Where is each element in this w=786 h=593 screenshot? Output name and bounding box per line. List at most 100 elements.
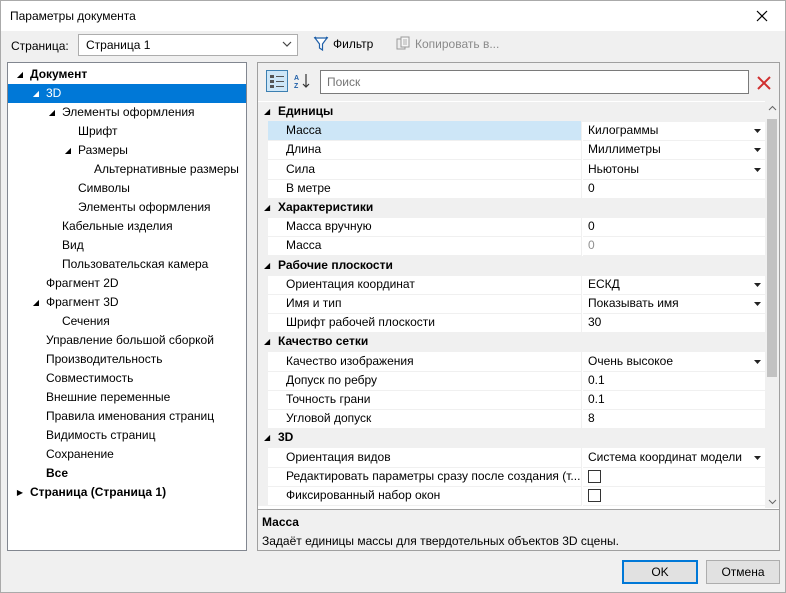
- tree-item[interactable]: Сечения: [8, 312, 246, 331]
- property-checkbox[interactable]: [588, 489, 601, 502]
- copy-to-button[interactable]: Копировать в...: [395, 36, 499, 52]
- dropdown-arrow-icon[interactable]: [753, 145, 762, 154]
- tree-item[interactable]: Альтернативные размеры: [8, 160, 246, 179]
- property-row[interactable]: Имя и тип Показывать имя: [258, 294, 765, 314]
- property-row[interactable]: Шрифт рабочей плоскости 30: [258, 313, 765, 334]
- property-dropdown[interactable]: Показывать имя: [583, 294, 765, 314]
- tree-item[interactable]: Фрагмент 2D: [8, 274, 246, 293]
- tree-item[interactable]: ◢ Элементы оформления: [8, 103, 246, 122]
- property-name: Масса: [268, 236, 582, 257]
- search-input[interactable]: [325, 72, 725, 92]
- ok-button[interactable]: OK: [622, 560, 698, 584]
- property-dropdown[interactable]: Система координат модели: [583, 448, 765, 468]
- alphabetical-view-button[interactable]: A Z: [291, 70, 313, 92]
- dropdown-arrow-icon[interactable]: [753, 453, 762, 462]
- expanded-arrow-icon[interactable]: ◢: [30, 293, 42, 312]
- dropdown-arrow-icon[interactable]: [753, 165, 762, 174]
- property-name: Имя и тип: [268, 294, 582, 314]
- page-select[interactable]: Страница 1: [78, 34, 298, 56]
- property-value[interactable]: 0.1: [583, 390, 765, 410]
- expanded-arrow-icon[interactable]: ◢: [46, 103, 58, 122]
- tree-item[interactable]: Видимость страниц: [8, 426, 246, 445]
- property-row[interactable]: Редактировать параметры сразу после созд…: [258, 466, 765, 487]
- expanded-arrow-icon[interactable]: ◢: [264, 332, 270, 351]
- property-value[interactable]: 0.1: [583, 371, 765, 391]
- category-row[interactable]: ◢ Единицы: [258, 102, 765, 122]
- tree-item[interactable]: ◢ Документ: [8, 65, 246, 84]
- dropdown-arrow-icon[interactable]: [753, 126, 762, 135]
- property-value[interactable]: 0: [583, 217, 765, 238]
- property-value[interactable]: 0: [583, 179, 765, 199]
- tree-item[interactable]: Правила именования страниц: [8, 407, 246, 426]
- close-button[interactable]: [739, 1, 785, 31]
- category-row[interactable]: ◢ Характеристики: [258, 198, 765, 218]
- tree-item[interactable]: Элементы оформления: [8, 198, 246, 217]
- property-checkbox[interactable]: [588, 469, 601, 483]
- property-checkbox-cell[interactable]: [583, 467, 765, 487]
- dropdown-arrow-icon[interactable]: [753, 280, 762, 289]
- expanded-arrow-icon[interactable]: ◢: [264, 256, 270, 275]
- tree-item[interactable]: Символы: [8, 179, 246, 198]
- expanded-arrow-icon[interactable]: ◢: [264, 198, 270, 217]
- property-row[interactable]: Масса Килограммы: [258, 121, 765, 142]
- property-row[interactable]: Масса вручную 0: [258, 217, 765, 238]
- property-row[interactable]: Допуск по ребру 0.1: [258, 370, 765, 391]
- tree-item[interactable]: Сохранение: [8, 445, 246, 464]
- tree-item[interactable]: ◢ Фрагмент 3D: [8, 293, 246, 312]
- category-row[interactable]: ◢ 3D: [258, 428, 765, 449]
- category-row[interactable]: ◢ Качество сетки: [258, 332, 765, 353]
- expanded-arrow-icon[interactable]: ◢: [264, 102, 270, 121]
- tree-item[interactable]: Шрифт: [8, 122, 246, 141]
- filter-button[interactable]: Фильтр: [313, 36, 373, 52]
- property-row[interactable]: Масса 0: [258, 236, 765, 257]
- tree-item-label: Производительность: [46, 352, 163, 366]
- property-row[interactable]: Точность грани 0.1: [258, 390, 765, 410]
- property-dropdown[interactable]: ЕСКД: [583, 275, 765, 295]
- tree-item[interactable]: Внешние переменные: [8, 388, 246, 407]
- tree-item[interactable]: ▶ Страница (Страница 1): [8, 483, 246, 502]
- property-value[interactable]: 8: [583, 409, 765, 430]
- property-row[interactable]: Сила Ньютоны: [258, 159, 765, 180]
- property-dropdown[interactable]: Очень высокое: [583, 352, 765, 372]
- property-dropdown[interactable]: Миллиметры: [583, 140, 765, 161]
- property-row[interactable]: Ориентация координат ЕСКД: [258, 274, 765, 295]
- property-row[interactable]: Фиксированный набор окон: [258, 486, 765, 506]
- property-dropdown[interactable]: Ньютоны: [583, 160, 765, 180]
- scroll-down-button[interactable]: [765, 494, 779, 508]
- expanded-arrow-icon[interactable]: ◢: [30, 84, 42, 103]
- categorized-view-button[interactable]: [266, 70, 288, 92]
- tree-item[interactable]: Совместимость: [8, 369, 246, 388]
- property-row[interactable]: В метре 0: [258, 178, 765, 199]
- tree-item[interactable]: Вид: [8, 236, 246, 255]
- category-row[interactable]: ◢ Рабочие плоскости: [258, 255, 765, 276]
- tree-item[interactable]: Производительность: [8, 350, 246, 369]
- vertical-scrollbar[interactable]: [765, 101, 779, 508]
- tree-item[interactable]: Все: [8, 464, 246, 483]
- property-row[interactable]: Угловой допуск 8: [258, 409, 765, 430]
- dropdown-arrow-icon[interactable]: [753, 299, 762, 308]
- tree-item-label: Совместимость: [46, 371, 134, 385]
- expanded-arrow-icon[interactable]: ◢: [14, 65, 26, 84]
- clear-search-button[interactable]: [752, 71, 776, 95]
- property-value[interactable]: 30: [583, 313, 765, 334]
- property-row[interactable]: Длина Миллиметры: [258, 140, 765, 161]
- expanded-arrow-icon[interactable]: ◢: [264, 428, 270, 447]
- property-checkbox-cell[interactable]: [583, 486, 765, 506]
- scroll-up-button[interactable]: [765, 101, 779, 115]
- cancel-button[interactable]: Отмена: [706, 560, 780, 584]
- property-dropdown[interactable]: Килограммы: [583, 121, 765, 142]
- description-panel: Масса Задаёт единицы массы для твердотел…: [258, 509, 779, 550]
- dropdown-arrow-icon[interactable]: [753, 357, 762, 366]
- property-row[interactable]: Ориентация видов Система координат модели: [258, 447, 765, 468]
- tree-item[interactable]: ◢ 3D: [8, 84, 246, 103]
- scrollbar-thumb[interactable]: [767, 119, 777, 377]
- chevron-down-icon: [768, 499, 776, 504]
- tree-item[interactable]: Управление большой сборкой: [8, 331, 246, 350]
- tree-item[interactable]: Пользовательская камера: [8, 255, 246, 274]
- settings-tree[interactable]: ◢ Документ ◢ 3D ◢ Элементы оформления Шрифт ◢ Ра…: [7, 62, 247, 551]
- collapsed-arrow-icon[interactable]: ▶: [14, 483, 26, 502]
- expanded-arrow-icon[interactable]: ◢: [62, 141, 74, 160]
- tree-item[interactable]: ◢ Размеры: [8, 141, 246, 160]
- property-row[interactable]: Качество изображения Очень высокое: [258, 351, 765, 372]
- tree-item[interactable]: Кабельные изделия: [8, 217, 246, 236]
